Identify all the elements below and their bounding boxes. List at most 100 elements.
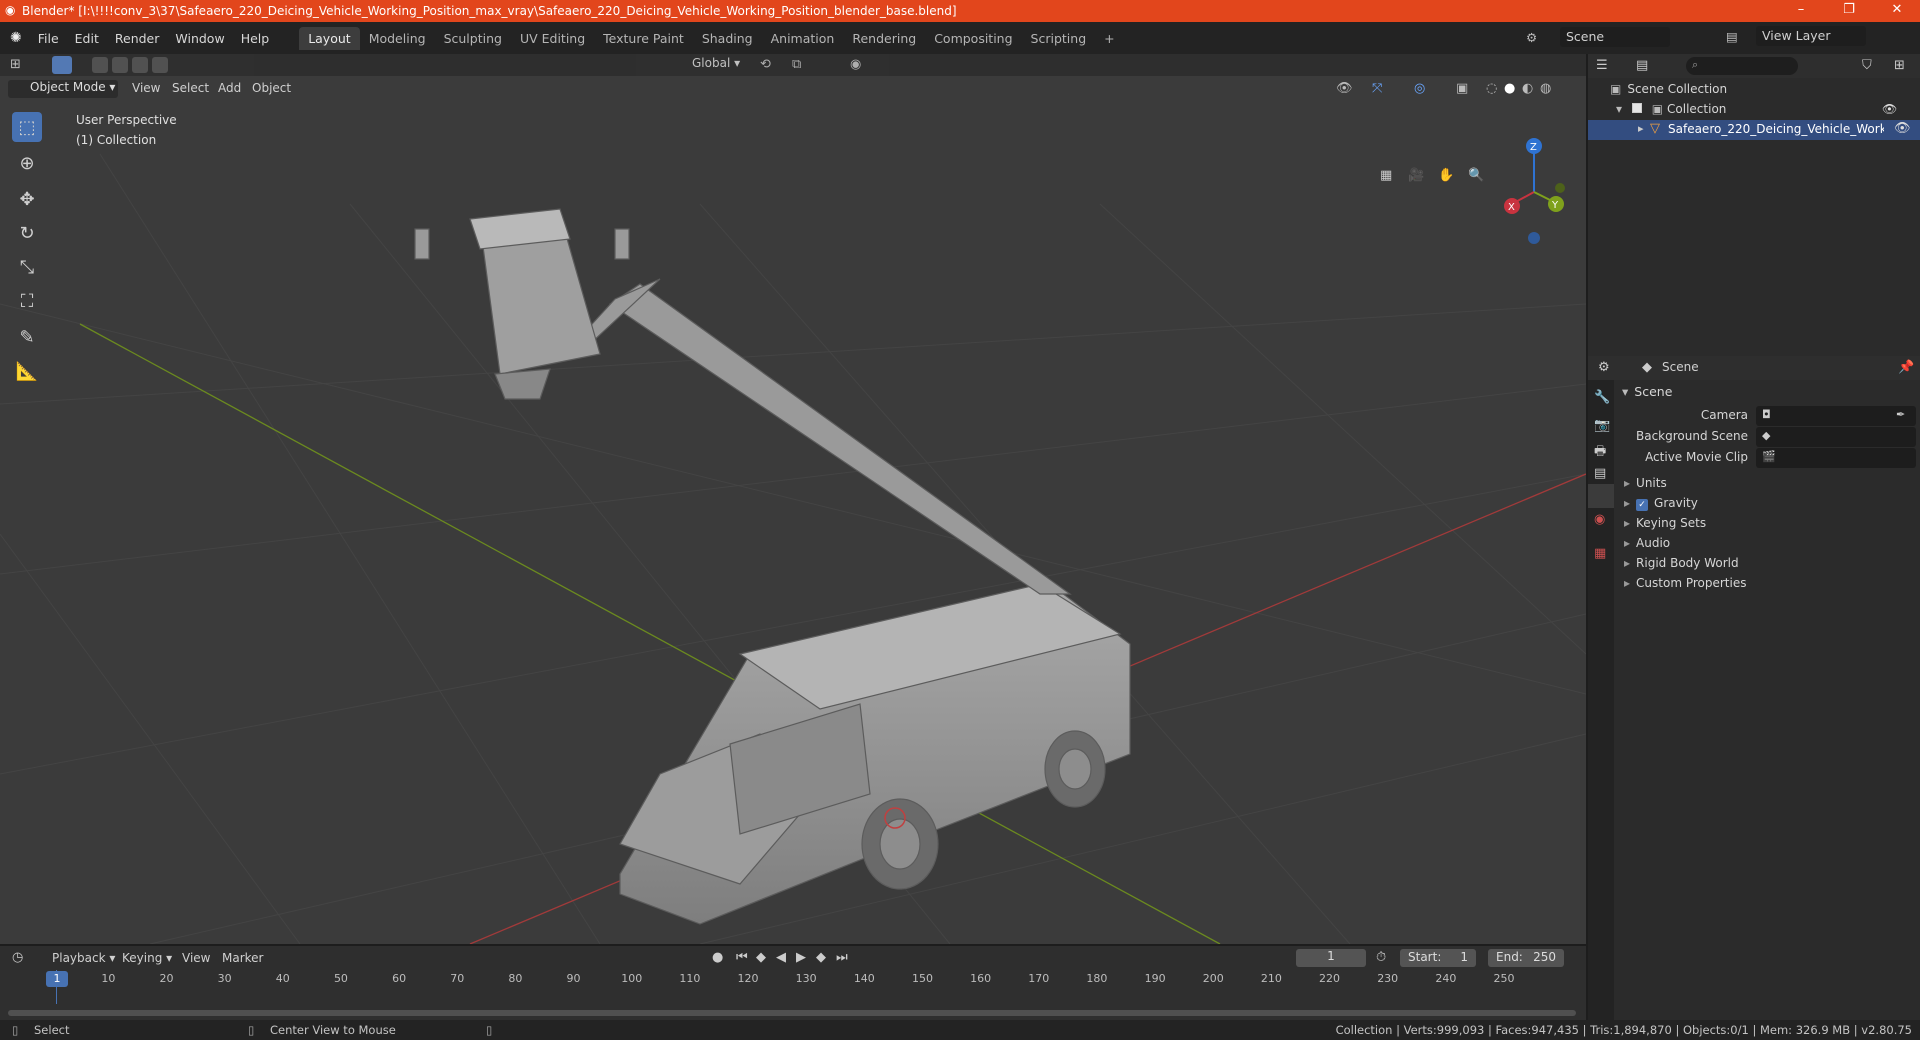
select-invert-icon[interactable]: [152, 57, 168, 73]
play-reverse-icon[interactable]: ◀: [776, 950, 786, 965]
menu-file[interactable]: File: [30, 31, 67, 46]
object-menu[interactable]: Object: [252, 81, 291, 95]
camera-view-icon[interactable]: 🎥: [1408, 168, 1424, 183]
outliner[interactable]: ☰ ▤ ⌕ ⛉ ⊞ ▣ Scene Collection ▾ ▣ Collectio…: [1588, 54, 1920, 354]
material-shading-icon[interactable]: ◐: [1522, 81, 1533, 96]
snap-icon[interactable]: ⧉: [792, 57, 801, 72]
rotate-tool-icon[interactable]: ↻: [12, 218, 42, 248]
gizmo-toggle-icon[interactable]: ⤧: [1372, 81, 1382, 96]
3d-viewport[interactable]: ⊞ Global ▾ ⟲ ⧉ ◉ Object Mode ▾ View Sele…: [0, 54, 1586, 944]
view-layer-tab-icon[interactable]: ▤: [1594, 466, 1606, 481]
background-scene-field[interactable]: ◆: [1756, 427, 1916, 447]
measure-tool-icon[interactable]: 📐: [12, 356, 42, 386]
keying-menu[interactable]: Keying ▾: [122, 951, 172, 965]
properties-editor[interactable]: ⚙ ◆ Scene 📌 🔧 📷 🖶 ▤ ◉ ▦ ▾ Scene Camera ◘ …: [1588, 356, 1920, 1020]
outliner-scene-collection[interactable]: ▣ Scene Collection: [1610, 82, 1727, 96]
tab-texture-paint[interactable]: Texture Paint: [594, 27, 693, 50]
properties-editor-icon[interactable]: ⚙: [1598, 360, 1610, 375]
custom-properties-subpanel[interactable]: ▸ Custom Properties: [1624, 576, 1746, 590]
collection-checkbox[interactable]: [1631, 103, 1642, 113]
wireframe-shading-icon[interactable]: ◌: [1486, 81, 1497, 96]
collapse-arrow-icon[interactable]: ▾: [1616, 102, 1622, 116]
view-menu[interactable]: View: [132, 81, 160, 95]
outliner-search-input[interactable]: ⌕: [1686, 57, 1798, 75]
output-tab-icon[interactable]: 🖶: [1594, 442, 1606, 464]
texture-tab-icon[interactable]: ▦: [1594, 546, 1606, 561]
expand-arrow-icon[interactable]: ▸: [1638, 122, 1644, 135]
display-mode-icon[interactable]: ▤: [1636, 58, 1648, 73]
playback-menu[interactable]: Playback ▾: [52, 951, 115, 965]
view-layer-name-field[interactable]: View Layer: [1756, 26, 1866, 46]
navigation-gizmo[interactable]: ▦ 🎥 ✋ 🔍 Z X Y: [1380, 110, 1570, 260]
scene-selector[interactable]: ⚙ Scene: [1526, 26, 1698, 48]
proportional-edit-icon[interactable]: ◉: [850, 57, 861, 72]
select-extend-icon[interactable]: [112, 57, 128, 73]
outliner-collection[interactable]: ▾ ▣ Collection 👁: [1616, 102, 1916, 116]
annotate-tool-icon[interactable]: ✎: [12, 322, 42, 352]
scene-tab-icon[interactable]: [1588, 484, 1614, 508]
tab-scripting[interactable]: Scripting: [1022, 27, 1096, 50]
menu-render[interactable]: Render: [107, 31, 168, 46]
menu-help[interactable]: Help: [233, 31, 278, 46]
blender-menu-icon[interactable]: ✺: [10, 30, 22, 46]
menu-edit[interactable]: Edit: [67, 31, 107, 46]
marker-menu[interactable]: Marker: [222, 951, 263, 965]
outliner-object-row[interactable]: ▸ ▽ Safeaero_220_Deicing_Vehicle_Working…: [1588, 120, 1920, 140]
pin-icon[interactable]: 📌: [1898, 360, 1914, 375]
object-visibility-icon[interactable]: 👁: [1894, 121, 1911, 136]
transform-tool-icon[interactable]: ⛶: [12, 286, 42, 316]
gravity-subpanel[interactable]: ▸ ✓ Gravity: [1624, 496, 1698, 511]
move-tool-icon[interactable]: ✥: [12, 184, 42, 214]
record-icon[interactable]: ●: [712, 950, 723, 965]
tab-layout[interactable]: Layout: [299, 26, 360, 50]
eyedropper-icon[interactable]: ✒: [1896, 408, 1905, 421]
toggle-camera-view-icon[interactable]: ▦: [1380, 168, 1392, 183]
prev-keyframe-icon[interactable]: ◆: [756, 950, 766, 965]
select-menu[interactable]: Select: [172, 81, 209, 95]
timeline-scrollbar[interactable]: [8, 1010, 1576, 1016]
tab-shading[interactable]: Shading: [693, 27, 762, 50]
audio-subpanel[interactable]: ▸ Audio: [1624, 536, 1670, 550]
minimize-button[interactable]: –: [1778, 0, 1824, 22]
restore-button[interactable]: ❐: [1826, 0, 1872, 22]
axis-gizmo[interactable]: Z X Y: [1496, 114, 1570, 254]
outliner-editor-icon[interactable]: ☰: [1596, 58, 1608, 73]
scene-panel-header[interactable]: ▾ Scene: [1622, 384, 1672, 399]
visibility-icon[interactable]: 👁: [1336, 81, 1353, 96]
new-collection-icon[interactable]: ⊞: [1894, 58, 1905, 73]
collection-visibility-icon[interactable]: 👁: [1882, 102, 1897, 116]
units-subpanel[interactable]: ▸ Units: [1624, 476, 1667, 490]
playhead[interactable]: 1: [46, 971, 68, 987]
timeline-editor-icon[interactable]: ◷: [12, 950, 23, 965]
select-new-icon[interactable]: [92, 57, 108, 73]
transform-orientation-dropdown[interactable]: Global ▾: [670, 56, 748, 74]
current-frame-field[interactable]: 1: [1296, 949, 1366, 967]
pivot-point-icon[interactable]: ⟲: [760, 57, 771, 72]
tab-sculpting[interactable]: Sculpting: [435, 27, 511, 50]
select-tool-mode-button[interactable]: [52, 56, 72, 74]
play-icon[interactable]: ▶: [796, 950, 806, 965]
world-tab-icon[interactable]: ◉: [1594, 512, 1605, 527]
render-tab-icon[interactable]: 📷: [1594, 418, 1610, 433]
preview-range-icon[interactable]: ⏱: [1376, 950, 1386, 965]
timeline-view-menu[interactable]: View: [182, 951, 210, 965]
deicing-vehicle-model[interactable]: [414, 208, 1131, 925]
start-frame-field[interactable]: Start: 1: [1400, 949, 1476, 967]
gravity-checkbox[interactable]: ✓: [1636, 499, 1649, 511]
tab-animation[interactable]: Animation: [762, 27, 844, 50]
editor-type-icon[interactable]: ⊞: [10, 57, 21, 72]
menu-window[interactable]: Window: [167, 31, 232, 46]
mode-dropdown[interactable]: Object Mode ▾: [8, 80, 118, 98]
filter-icon[interactable]: ⛉: [1862, 58, 1872, 73]
rigid-body-world-subpanel[interactable]: ▸ Rigid Body World: [1624, 556, 1739, 570]
select-box-tool-icon[interactable]: ⬚: [12, 112, 42, 142]
active-movie-clip-field[interactable]: 🎬: [1756, 448, 1916, 468]
keying-sets-subpanel[interactable]: ▸ Keying Sets: [1624, 516, 1706, 530]
tab-modeling[interactable]: Modeling: [360, 27, 435, 50]
select-subtract-icon[interactable]: [132, 57, 148, 73]
timeline-ruler[interactable]: 10 20 30 40 50 60 70 80 90 100 110 120 130 140 150 160 1…: [0, 970, 1586, 1020]
zoom-view-icon[interactable]: 🔍: [1468, 168, 1484, 183]
pan-view-icon[interactable]: ✋: [1438, 168, 1454, 183]
scale-tool-icon[interactable]: ⤡: [12, 252, 42, 282]
tool-tab-icon[interactable]: 🔧: [1594, 390, 1610, 405]
